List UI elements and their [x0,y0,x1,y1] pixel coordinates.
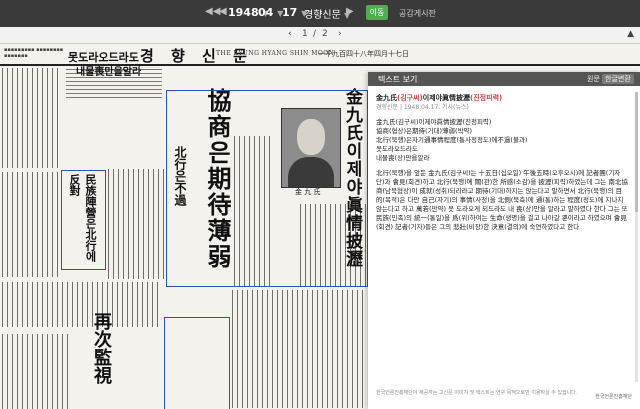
article-line: 協商(협상)은期待(기대)薄弱(박약) [376,127,473,135]
page-separator: / [313,29,317,39]
board-link[interactable]: 공감게시판 [399,8,436,19]
text-column [2,282,162,327]
prev-page-icon[interactable]: ‹ [288,29,292,39]
total-pages: 2 [322,29,328,39]
footer-logo: 한국언론진흥재단 [595,394,632,400]
article-line: 北行(북행)은자기通事情程度(통사정정도)에不過(불과) [376,136,528,144]
article-highlight[interactable] [164,317,230,409]
article-title: 金九氏(김구씨)이제야眞情披瀝(진정피력) [376,94,503,102]
page-navigator: ‹ 1 / 2 › ▲ [0,27,640,44]
month-select[interactable]: 04 ▼ [258,6,283,19]
article-text: 金九氏(김구씨)이제야眞情披瀝(진정피력) 경향신문 | 1948.04.17.… [376,94,628,232]
panel-title: 텍스트 보기 [378,75,418,84]
text-column [108,169,164,279]
text-column [2,172,58,277]
text-column [232,290,366,408]
panel-header: 텍스트 보기 원문 한글변환 [368,72,640,86]
newspaper-select[interactable]: 경향신문 ▼ [304,6,350,21]
article-line: 내물喪(상)만을알라 [376,154,430,162]
go-button[interactable]: 이동 [366,5,388,20]
scrollbar-thumb[interactable] [635,92,638,212]
article-line: 金九氏(김구씨)이제야眞情披瀝(진정피력) [376,118,492,126]
masthead-date: 一千九百四十八年四月十七日 [318,50,409,58]
tab-korean[interactable]: 한글변환 [602,74,634,84]
collapse-icon[interactable]: ▲ [627,29,634,39]
text-column [2,334,72,409]
panel-footer: 한국언론진흥재단이 제공하는 고신문 이미지 및 텍스트는 연구 목적으로만 이… [376,389,632,400]
article-highlight[interactable] [61,170,106,270]
article-paragraph: 北行(북행)을 앞둔 金九氏(김구씨)는 十五日(십오일) 午後五時(오후오시)… [376,169,628,231]
bottom-headline: 再次監視 [91,312,112,384]
tab-original[interactable]: 원문 [584,74,603,84]
article-highlight[interactable] [166,90,368,287]
article-meta: 경향신문 | 1948.04.17. 기사(뉴스) [376,104,469,111]
top-toolbar: ◀◀ ◀ 1948 ▼ 04 ▼ 17 ▼ 경향신문 ▼ ▶ 이동 공감게시판 [0,0,640,27]
masthead-notice: ▪▪▪▪▪▪▪▪▪ ▪▪▪▪▪▪▪▪ ▪▪▪▪▪▪▪ [4,47,64,59]
next-icon[interactable]: ▶ [346,6,354,17]
text-view-panel: 텍스트 보기 원문 한글변환 金九氏(김구씨)이제야眞情披瀝(진정피력) 경향신… [368,72,640,409]
panel-scrollbar[interactable] [635,92,638,382]
next-page-icon[interactable]: › [338,29,342,39]
masthead-english: THE KYUNG HYANG SHIN MOON [216,50,335,57]
current-page: 1 [302,29,308,39]
footer-note: 한국언론진흥재단이 제공하는 고신문 이미지 및 텍스트는 연구 목적으로만 이… [376,390,578,396]
small-headline-2: 내물喪만을알라 [76,67,142,78]
article-line: 못도라오드라도 [376,145,418,153]
text-column [2,68,60,168]
prev-icon[interactable]: ◀ [219,6,227,17]
